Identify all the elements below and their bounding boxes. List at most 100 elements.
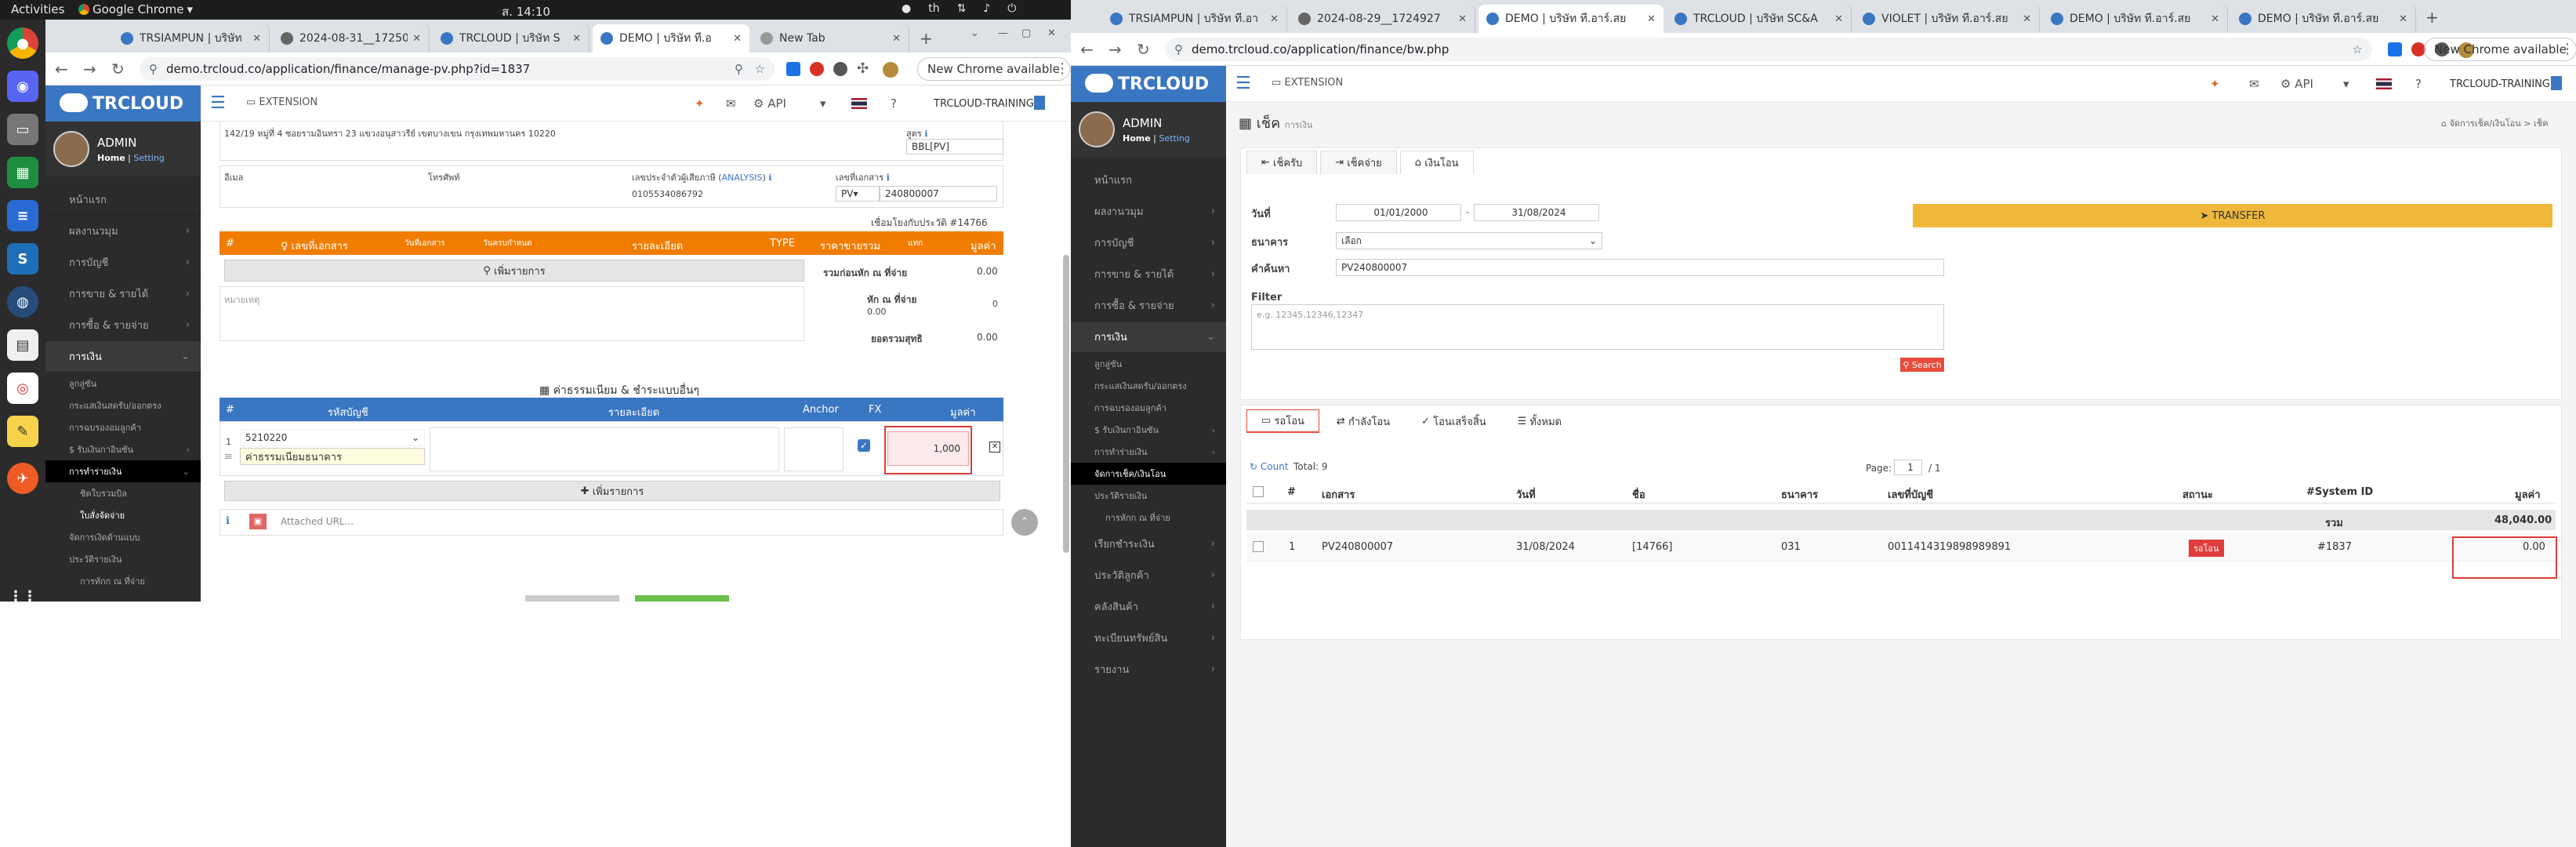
extension-icon-1[interactable]: [786, 62, 800, 76]
doc-prefix-select[interactable]: PV ▾: [836, 186, 880, 202]
right-tab-4[interactable]: TRCLOUD | บริษัท SC&A ✕: [1667, 5, 1852, 33]
extension-icon-3[interactable]: [833, 62, 847, 76]
search-button[interactable]: ⚲ Search: [1900, 358, 1944, 372]
close-icon[interactable]: ✕: [2399, 13, 2407, 25]
new-tab-button[interactable]: +: [920, 29, 933, 48]
left-tab-3[interactable]: TRCLOUD | บริษัท S ✕: [433, 24, 590, 53]
fee-description[interactable]: ค่าธรรมเนียมธนาคาร: [240, 448, 425, 465]
trcloud-logo[interactable]: TRCLOUD: [45, 85, 201, 122]
close-icon[interactable]: ✕: [1834, 13, 1843, 25]
close-icon[interactable]: ✕: [892, 33, 901, 45]
add-document-button[interactable]: ⚲ เพิ่มรายการ: [224, 260, 804, 282]
submenu-item-3[interactable]: การฉบรองอมลูกค้า: [45, 416, 201, 438]
mail-icon[interactable]: ✉: [2249, 77, 2259, 91]
submenu-item-5[interactable]: การทำร่ายเงิน ›: [1071, 441, 1226, 463]
extension-button[interactable]: ▭ EXTENSION: [1272, 77, 1343, 89]
add-fee-button[interactable]: ✚ เพิ่มรายการ: [224, 481, 1000, 501]
notes-dock-icon[interactable]: ✎: [7, 416, 38, 447]
submenu-item-3[interactable]: การฉบรองอมลูกค้า: [1071, 397, 1226, 419]
extensions-puzzle-icon[interactable]: ✣: [857, 60, 869, 77]
new-tab-button[interactable]: +: [2425, 8, 2439, 27]
bookmark-star-icon[interactable]: ☆: [2353, 42, 2363, 56]
address-bar[interactable]: ⚲ demo.trcloud.co/application/finance/man…: [140, 57, 775, 81]
tab-search-icon[interactable]: ⌄: [971, 27, 979, 39]
chrome-dock-icon[interactable]: ●: [7, 27, 38, 59]
close-icon[interactable]: ✕: [2023, 13, 2031, 25]
forward-icon[interactable]: →: [1108, 40, 1122, 59]
close-icon[interactable]: ✕: [252, 33, 261, 45]
transfer-button[interactable]: ➤ TRANSFER: [1913, 204, 2552, 227]
thai-flag-icon[interactable]: [2376, 78, 2392, 89]
menu-item-finance[interactable]: การเงิน ⌄: [45, 341, 201, 373]
company-name[interactable]: TRCLOUD-TRAINING: [2450, 78, 2550, 90]
menu-item-dashboard[interactable]: ผลงานวมุม ›: [45, 216, 201, 247]
minimize-icon[interactable]: —: [998, 27, 1008, 39]
menu-item-accounting[interactable]: การบัญชี ›: [1071, 227, 1226, 259]
page-number-input[interactable]: 1: [1894, 460, 1922, 475]
activities-button[interactable]: Activities: [11, 2, 64, 16]
right-tab-6[interactable]: DEMO | บริษัท ที.อาร์.สย ✕: [2043, 5, 2228, 33]
menu-item-billing[interactable]: เรียกชำระเงิน ›: [1071, 529, 1226, 560]
address-bar[interactable]: ⚲ demo.trcloud.co/application/finance/bw.…: [1165, 38, 2372, 61]
submenu-item-4[interactable]: $ รับเงินกาอินซัน ›: [45, 438, 201, 460]
date-from-input[interactable]: 01/01/2000: [1336, 204, 1461, 221]
menu-item-finance[interactable]: การเงิน ⌄: [1071, 322, 1226, 353]
submenu-item-2[interactable]: กระแสเงินสดรับ/ออกตรง: [45, 394, 201, 416]
left-tab-4[interactable]: DEMO | บริษัท ที.อ ✕: [593, 24, 749, 53]
menu-item-purchase[interactable]: การซื้อ & รายจ่าย ›: [45, 310, 201, 341]
tab-transfer[interactable]: ⌂ เงินโอน: [1399, 151, 1474, 174]
submenu-item-6[interactable]: ชิดใบรวมบิล: [45, 482, 201, 504]
save-button-partial[interactable]: [635, 595, 729, 602]
submenu-item-cheque[interactable]: จัดการเช็ค/เงินโอน: [1071, 463, 1226, 485]
tab-pending[interactable]: ▭ รอโอน: [1246, 409, 1319, 433]
breadcrumb[interactable]: ⌂ จัดการเช็ค/เงินโอน > เช็ค: [2441, 116, 2549, 130]
menu-item-sales[interactable]: การขาย & รายได้ ›: [45, 278, 201, 310]
account-code-select[interactable]: 5210220 ⌄: [240, 429, 425, 446]
delete-row-icon[interactable]: ✕: [989, 442, 1000, 453]
app-menu[interactable]: Google Chrome ▾: [78, 2, 193, 16]
submenu-item-1[interactable]: ลูกลู่ซัน: [45, 373, 201, 394]
back-icon[interactable]: ←: [55, 60, 68, 78]
left-scrollbar[interactable]: [1063, 255, 1069, 553]
submenu-item-8[interactable]: จัดการเงิดด้านแบบ: [45, 526, 201, 548]
left-tab-5[interactable]: New Tab ✕: [753, 24, 909, 53]
menu-item-accounting[interactable]: การบัญชี ›: [45, 247, 201, 278]
home-link[interactable]: Home: [1123, 133, 1151, 144]
keyword-input[interactable]: PV240800007: [1336, 259, 1944, 276]
close-icon[interactable]: ✕: [1270, 13, 1279, 25]
book-icon[interactable]: [1034, 96, 1045, 110]
select-all-checkbox[interactable]: [1253, 486, 1264, 497]
image-upload-icon[interactable]: ▣: [249, 514, 267, 529]
right-tab-7[interactable]: DEMO | บริษัท ที.อาร์.สย ✕: [2231, 5, 2416, 33]
right-tab-3[interactable]: DEMO | บริษัท ที.อาร์.สย ✕: [1478, 5, 1664, 33]
right-tab-5[interactable]: VIOLET | บริษัท ที.อาร์.สย ✕: [1855, 5, 2040, 33]
site-info-icon[interactable]: ⚲: [1174, 42, 1183, 56]
api-button[interactable]: ⚙ API: [2280, 77, 2313, 91]
submenu-item-2[interactable]: กระแสเงินสดรับ/ออกตรง: [1071, 375, 1226, 397]
menu-item-dashboard[interactable]: ผลงานวมุม ›: [1071, 196, 1226, 227]
company-name[interactable]: TRCLOUD-TRAINING: [934, 98, 1034, 110]
menu-item-home[interactable]: หน้าแรก: [1071, 165, 1226, 196]
menu-item-home[interactable]: หน้าแรก: [45, 184, 201, 216]
hamburger-menu-icon[interactable]: ☰: [210, 93, 226, 113]
submenu-item-7[interactable]: ประวัติรายเงิน: [1071, 485, 1226, 507]
discord-dock-icon[interactable]: ◉: [7, 71, 38, 102]
row-checkbox[interactable]: [1253, 541, 1264, 552]
anchor-cell[interactable]: [784, 427, 844, 471]
chrome-menu-icon[interactable]: ⋮: [1055, 60, 1069, 77]
right-tab-1[interactable]: TRSIAMPUN | บริษัท ที.อา ✕: [1102, 5, 1287, 33]
tab-all[interactable]: ☰ ทั้งหมด: [1503, 409, 1576, 433]
extension-icon-2[interactable]: [810, 62, 824, 76]
row-doc-link[interactable]: PV240800007: [1322, 541, 1393, 553]
extension-button[interactable]: ▭ EXTENSION: [246, 96, 317, 108]
menu-item-reports[interactable]: รายงาน ›: [1071, 654, 1226, 685]
scroll-up-button[interactable]: ⌃: [1011, 509, 1038, 536]
zoom-icon[interactable]: ⚲: [735, 62, 743, 76]
system-tray[interactable]: ● th ⇅ ♪ ⏻: [902, 2, 1016, 15]
close-icon[interactable]: ✕: [1458, 13, 1467, 25]
menu-item-purchase[interactable]: การซื้อ & รายจ่าย ›: [1071, 290, 1226, 322]
trcloud-logo[interactable]: TRCLOUD: [1071, 66, 1226, 102]
dropdown-caret-icon[interactable]: ▾: [2343, 77, 2349, 91]
bank-select[interactable]: เลือก ⌄: [1336, 232, 1602, 249]
reload-icon[interactable]: ↻: [111, 60, 125, 78]
